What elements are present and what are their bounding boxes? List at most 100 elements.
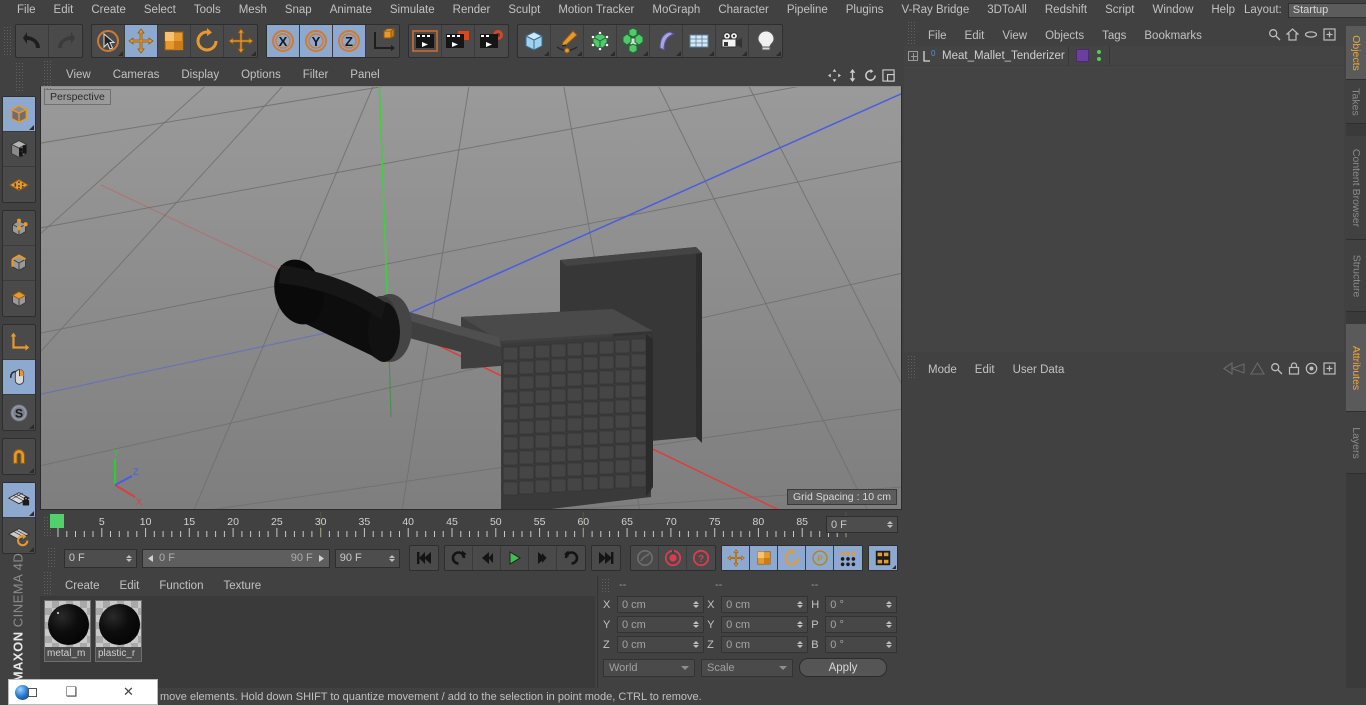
spinner-icon[interactable]: [886, 641, 892, 648]
viewport-menu-cameras[interactable]: Cameras: [102, 64, 171, 86]
step-back-icon[interactable]: [473, 546, 501, 570]
object-row[interactable]: 0 Meat_Mallet_Tenderizer: [904, 46, 1344, 66]
live-selection-icon[interactable]: [92, 25, 125, 57]
spinner-icon[interactable]: [797, 641, 804, 648]
menu-item-plugins[interactable]: Plugins: [837, 0, 893, 20]
ellipse-icon[interactable]: [1304, 28, 1318, 44]
apply-button[interactable]: Apply: [799, 658, 887, 677]
coord-system-select[interactable]: World: [603, 658, 695, 677]
spinner-icon[interactable]: [693, 601, 700, 608]
material-menu-function[interactable]: Function: [149, 576, 213, 596]
pen-spline-icon[interactable]: [551, 25, 584, 57]
object-menu-bookmarks[interactable]: Bookmarks: [1135, 26, 1211, 46]
panel-tab-takes[interactable]: Takes: [1346, 80, 1366, 124]
edges-mode-icon[interactable]: [3, 246, 35, 281]
menu-item-file[interactable]: File: [8, 0, 45, 20]
menu-item-mesh[interactable]: Mesh: [230, 0, 276, 20]
world-axis-icon[interactable]: [366, 25, 399, 57]
transport-drag-handle[interactable]: [47, 547, 57, 569]
menu-item-animate[interactable]: Animate: [321, 0, 381, 20]
render-picture-viewer-icon[interactable]: [442, 25, 475, 57]
spinner-icon[interactable]: [797, 601, 804, 608]
goto-end-icon[interactable]: [592, 546, 620, 570]
move-alt-icon[interactable]: [224, 25, 257, 57]
attribute-content[interactable]: [904, 380, 1344, 688]
object-menu-view[interactable]: View: [993, 26, 1036, 46]
position-field[interactable]: 0 cm: [617, 616, 705, 633]
film-strip-icon[interactable]: [869, 546, 897, 570]
nav-up-icon[interactable]: [1250, 361, 1265, 378]
deformer-icon[interactable]: [650, 25, 683, 57]
soft-selection-icon[interactable]: S: [3, 395, 35, 430]
viewport-menu-options[interactable]: Options: [230, 64, 292, 86]
viewport-menu-filter[interactable]: Filter: [292, 64, 340, 86]
material-menu-edit[interactable]: Edit: [110, 576, 150, 596]
play-reverse-loop-icon[interactable]: [445, 546, 473, 570]
panel-tab-structure[interactable]: Structure: [1346, 240, 1366, 312]
menu-item-v-ray-bridge[interactable]: V-Ray Bridge: [892, 0, 978, 20]
axis-y-icon[interactable]: Y: [300, 25, 333, 57]
nav-back-icon[interactable]: [1223, 361, 1245, 378]
viewport-solo-icon[interactable]: [3, 360, 35, 395]
object-menu-objects[interactable]: Objects: [1036, 26, 1093, 46]
spinner-icon[interactable]: [887, 521, 893, 528]
search-icon[interactable]: [1268, 28, 1281, 44]
key-parameter-icon[interactable]: [834, 546, 862, 570]
menu-item-motion-tracker[interactable]: Motion Tracker: [549, 0, 643, 20]
loop-icon[interactable]: [557, 546, 585, 570]
rotate-view-icon[interactable]: [863, 68, 878, 83]
position-field[interactable]: 0 cm: [617, 636, 705, 653]
attribute-menu-user-data[interactable]: User Data: [1004, 360, 1074, 380]
viewport-menu-view[interactable]: View: [55, 64, 102, 86]
toolbar-drag-handle[interactable]: [3, 26, 13, 56]
menu-item-redshift[interactable]: Redshift: [1036, 0, 1096, 20]
object-menu-file[interactable]: File: [919, 26, 956, 46]
keyframe-selection-icon[interactable]: ?: [687, 546, 715, 570]
end-frame-field[interactable]: 90 F: [334, 548, 400, 568]
spinner-icon[interactable]: [693, 621, 700, 628]
menu-item-3dtoall[interactable]: 3DToAll: [978, 0, 1036, 20]
object-tree[interactable]: 0 Meat_Mallet_Tenderizer: [904, 46, 1344, 352]
taskbar-window-preview[interactable]: ❑ ✕: [8, 679, 158, 705]
menu-item-select[interactable]: Select: [135, 0, 185, 20]
spinner-icon[interactable]: [693, 641, 700, 648]
camera-icon[interactable]: [716, 25, 749, 57]
size-field[interactable]: 0 cm: [721, 596, 809, 613]
axis-modify-icon[interactable]: [3, 325, 35, 360]
record-icon[interactable]: [659, 546, 687, 570]
key-position-icon[interactable]: [722, 546, 750, 570]
menu-item-script[interactable]: Script: [1096, 0, 1143, 20]
magnet-icon[interactable]: [3, 439, 35, 474]
timeline-ruler-bar[interactable]: 051015202530354045505560657075808590 0 F: [40, 512, 902, 540]
menu-item-pipeline[interactable]: Pipeline: [778, 0, 837, 20]
cube-primitive-icon[interactable]: [518, 25, 551, 57]
position-field[interactable]: 0 cm: [617, 596, 705, 613]
close-button[interactable]: ✕: [100, 684, 157, 700]
spinner-icon[interactable]: [886, 621, 892, 628]
viewport-drag-handle[interactable]: [43, 60, 53, 90]
panel-tab-layers[interactable]: Layers: [1346, 412, 1366, 474]
plus-box-icon[interactable]: [1323, 362, 1336, 378]
autokey-icon[interactable]: [631, 546, 659, 570]
scale-icon[interactable]: [158, 25, 191, 57]
start-frame-field[interactable]: 0 F: [63, 548, 138, 568]
material-menu-texture[interactable]: Texture: [213, 576, 271, 596]
axis-x-icon[interactable]: X: [267, 25, 300, 57]
panel-tab-content-browser[interactable]: Content Browser: [1346, 136, 1366, 240]
spinner-icon[interactable]: [886, 601, 892, 608]
viewport[interactable]: Y X Z Grid Spacing : 10 cm: [40, 64, 902, 510]
texture-mode-icon[interactable]: [3, 132, 35, 167]
step-forward-icon[interactable]: [529, 546, 557, 570]
coordinates-drag-handle[interactable]: [601, 578, 611, 592]
model-mode-icon[interactable]: [3, 97, 35, 132]
spinner-icon[interactable]: [389, 554, 395, 562]
maximize-view-icon[interactable]: [881, 68, 896, 83]
menu-item-create[interactable]: Create: [82, 0, 135, 20]
menu-item-simulate[interactable]: Simulate: [381, 0, 444, 20]
redo-icon[interactable]: [49, 25, 82, 57]
generator-icon[interactable]: [584, 25, 617, 57]
home-icon[interactable]: [1285, 28, 1300, 44]
dolly-icon[interactable]: [845, 68, 860, 83]
menu-item-edit[interactable]: Edit: [45, 0, 83, 20]
left-toolbar-drag-handle[interactable]: [14, 62, 25, 92]
